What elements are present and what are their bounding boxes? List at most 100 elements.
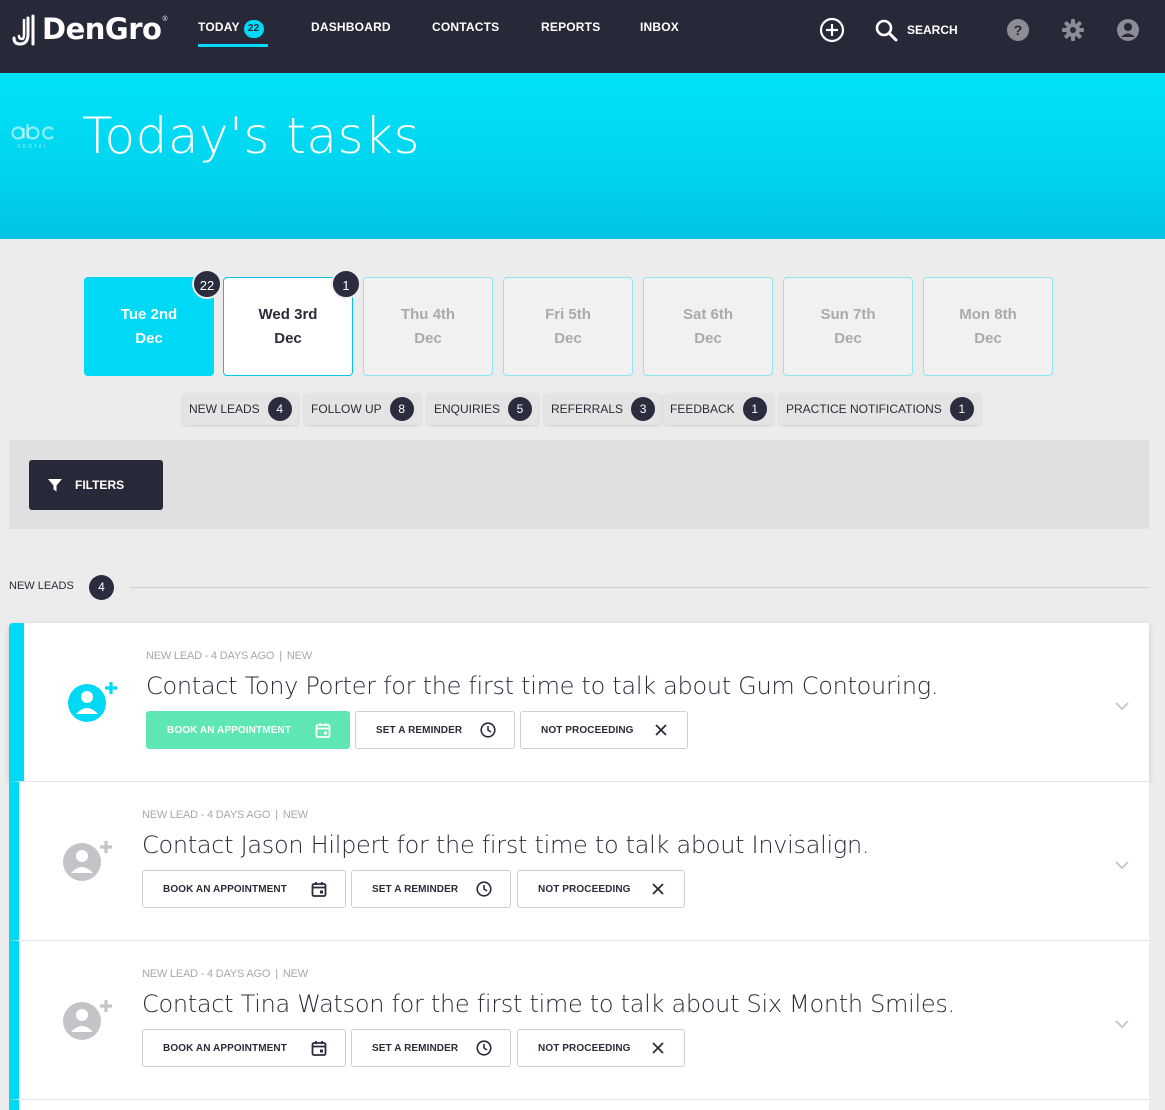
category-pill-label: FOLLOW UP (311, 402, 382, 416)
task-meta-type: NEW LEAD - 4 DAYS AGO (142, 809, 271, 821)
day-task-count-badge: 22 (192, 269, 222, 299)
book-appointment-button[interactable]: BOOK AN APPOINTMENT (142, 870, 346, 908)
not-proceeding-button[interactable]: NOT PROCEEDING (517, 870, 685, 908)
close-icon (652, 883, 664, 895)
filters-button[interactable]: FILTERS (29, 460, 163, 510)
settings-icon[interactable] (1059, 16, 1087, 44)
chevron-down-icon[interactable] (1115, 1019, 1129, 1029)
category-pill-practice-notifications[interactable]: PRACTICE NOTIFICATIONS 1 (779, 393, 981, 425)
book-appointment-button[interactable]: BOOK AN APPOINTMENT (142, 1029, 346, 1067)
day-tab-sat-6th[interactable]: Sat 6th Dec (643, 277, 773, 376)
day-tab-weekday: Mon 8th (959, 305, 1017, 323)
day-tab-weekday: Tue 2nd (120, 305, 178, 323)
category-pill-count: 4 (267, 397, 292, 421)
add-person-icon (63, 841, 112, 881)
section-divider (130, 587, 1149, 588)
category-pill-count: 8 (389, 397, 414, 421)
task-card[interactable]: NEW LEAD - 4 DAYS AGO | NEW Contact Tony P… (9, 623, 1149, 782)
category-pill-follow-up[interactable]: FOLLOW UP 8 (304, 393, 421, 425)
nav-today[interactable]: TODAY 22 (198, 20, 264, 38)
nav-contacts[interactable]: CONTACTS (432, 20, 499, 34)
day-tab-mon-8th[interactable]: Mon 8th Dec (923, 277, 1053, 376)
section-title: NEW LEADS (9, 580, 74, 592)
task-title: Contact Jason Hilpert for the first time… (142, 831, 870, 859)
book-appointment-button[interactable]: BOOK AN APPOINTMENT (146, 711, 350, 749)
dengro-logo-icon (12, 14, 35, 46)
task-meta-type: NEW LEAD - 4 DAYS AGO (142, 968, 271, 980)
task-card[interactable]: NEW LEAD - 4 DAYS AGO | NEW Contact Jason … (9, 782, 1149, 941)
set-reminder-button[interactable]: SET A REMINDER (351, 1029, 511, 1067)
hero-banner: DENTAL Today's tasks (0, 73, 1165, 239)
account-icon[interactable] (1114, 16, 1142, 44)
add-person-icon (63, 1000, 112, 1040)
set-reminder-label: SET A REMINDER (372, 883, 459, 895)
book-appointment-label: BOOK AN APPOINTMENT (167, 724, 291, 736)
trademark-symbol: ® (162, 15, 168, 23)
category-pill-count: 1 (949, 397, 974, 421)
not-proceeding-button[interactable]: NOT PROCEEDING (520, 711, 688, 749)
not-proceeding-label: NOT PROCEEDING (541, 724, 634, 736)
nav-inbox[interactable]: INBOX (640, 20, 679, 34)
day-task-count-badge: 1 (331, 269, 361, 299)
task-meta-status: NEW (286, 650, 312, 662)
task-meta-status: NEW (282, 809, 308, 821)
day-tab-month: Dec (834, 329, 862, 347)
category-pill-new-leads[interactable]: NEW LEADS 4 (182, 393, 299, 425)
dengro-logo[interactable]: DenGro ® (10, 12, 168, 46)
not-proceeding-label: NOT PROCEEDING (538, 1042, 631, 1054)
svg-text:DENTAL: DENTAL (17, 144, 48, 150)
calendar-icon (311, 1041, 327, 1056)
task-title: Contact Tina Watson for the first time t… (142, 990, 955, 1018)
task-meta-type: NEW LEAD - 4 DAYS AGO (146, 650, 275, 662)
set-reminder-label: SET A REMINDER (376, 724, 463, 736)
day-tab-sun-7th[interactable]: Sun 7th Dec (783, 277, 913, 376)
not-proceeding-label: NOT PROCEEDING (538, 883, 631, 895)
category-pill-referrals[interactable]: REFERRALS 3 (544, 393, 663, 425)
nav-today-badge: 22 (243, 20, 264, 38)
help-icon[interactable]: ? (1004, 16, 1032, 44)
day-tab-wed-3rd[interactable]: Wed 3rd Dec 1 (223, 269, 361, 376)
task-title: Contact Tony Porter for the first time t… (146, 672, 939, 700)
nav-reports[interactable]: REPORTS (541, 20, 600, 34)
category-pill-enquiries[interactable]: ENQUIRIES 5 (427, 393, 540, 425)
category-pill-count: 3 (631, 397, 656, 421)
set-reminder-button[interactable]: SET A REMINDER (355, 711, 515, 749)
day-tab-fri-5th[interactable]: Fri 5th Dec (503, 277, 633, 376)
add-person-icon (68, 682, 117, 722)
search-label[interactable]: SEARCH (907, 23, 958, 37)
chevron-down-icon[interactable] (1115, 860, 1129, 870)
category-pill-feedback[interactable]: FEEDBACK 1 (663, 393, 774, 425)
book-appointment-label: BOOK AN APPOINTMENT (163, 1042, 287, 1054)
category-pill-label: REFERRALS (551, 402, 624, 416)
add-circle-icon[interactable] (818, 16, 846, 44)
close-icon (655, 724, 667, 736)
category-pill-label: ENQUIRIES (434, 402, 501, 416)
nav-active-underline (198, 44, 268, 47)
calendar-icon (315, 723, 331, 738)
svg-text:?: ? (1014, 22, 1023, 38)
brand-name: DenGro (42, 12, 162, 46)
set-reminder-label: SET A REMINDER (372, 1042, 459, 1054)
task-card[interactable]: NEW LEAD - 4 DAYS AGO | NEW Contact Tina W… (9, 941, 1149, 1100)
chevron-down-icon[interactable] (1115, 701, 1129, 711)
nav-dashboard[interactable]: DASHBOARD (311, 20, 391, 34)
day-tab-weekday: Fri 5th (545, 305, 591, 323)
task-meta: NEW LEAD - 4 DAYS AGO | NEW (142, 968, 308, 980)
task-card[interactable] (9, 1100, 1149, 1110)
day-tab-weekday: Sun 7th (820, 305, 876, 323)
filters-button-label: FILTERS (75, 478, 125, 492)
nav-today-label: TODAY (198, 20, 240, 34)
category-pill-count: 5 (508, 397, 533, 421)
task-meta-status: NEW (282, 968, 308, 980)
search-icon[interactable] (872, 16, 900, 44)
day-tab-weekday: Wed 3rd (258, 305, 318, 323)
filter-panel (9, 440, 1149, 529)
day-tab-tue-2nd[interactable]: Tue 2nd Dec 22 (84, 269, 222, 376)
not-proceeding-button[interactable]: NOT PROCEEDING (517, 1029, 685, 1067)
day-tab-month: Dec (694, 329, 722, 347)
task-meta: NEW LEAD - 4 DAYS AGO | NEW (142, 809, 308, 821)
set-reminder-button[interactable]: SET A REMINDER (351, 870, 511, 908)
day-tab-thu-4th[interactable]: Thu 4th Dec (363, 277, 493, 376)
clock-icon (480, 722, 496, 738)
practice-logo-icon: DENTAL (11, 124, 54, 150)
